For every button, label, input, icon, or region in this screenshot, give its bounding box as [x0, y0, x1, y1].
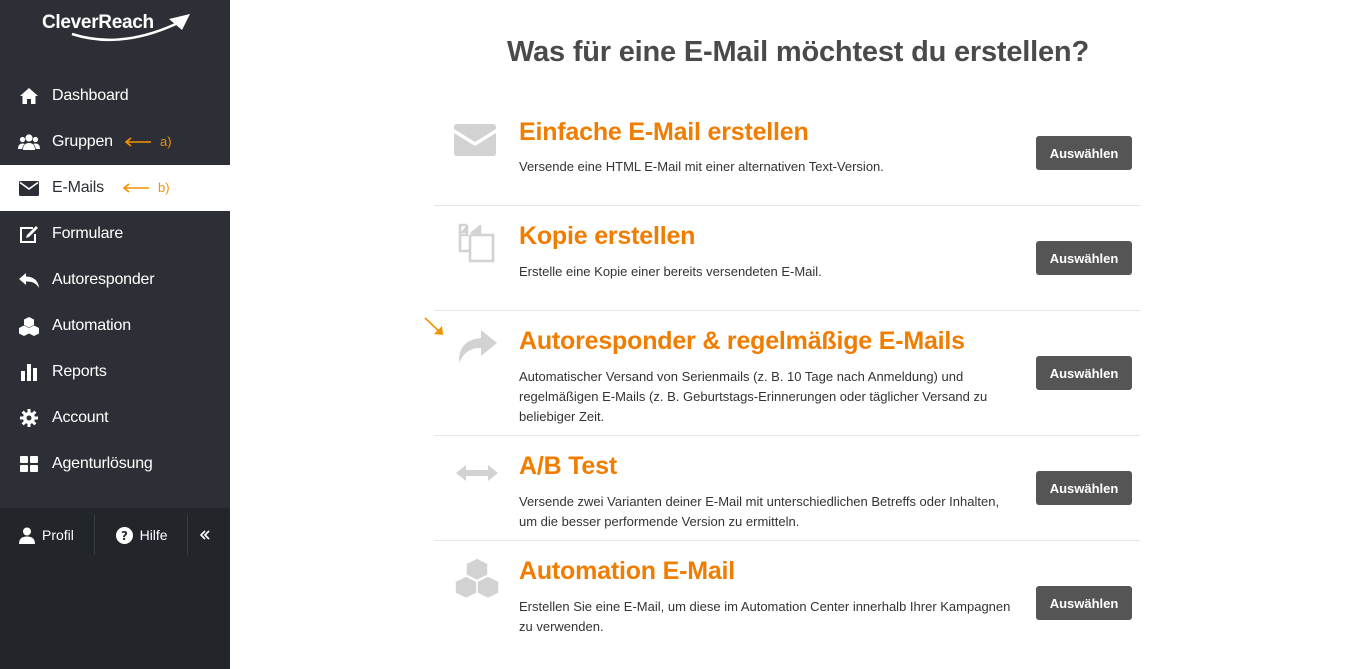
- option-description: Automatischer Versand von Serienmails (z…: [519, 369, 988, 424]
- option-description: Erstellen Sie eine E-Mail, um diese im A…: [519, 599, 1011, 634]
- option-title: Autoresponder & regelmäßige E-Mails: [519, 327, 965, 355]
- sidebar-item-account[interactable]: Account: [0, 395, 230, 441]
- sidebar-item-label: Agenturlösung: [52, 455, 153, 472]
- main-content: Was für eine E-Mail möchtest du erstelle…: [230, 0, 1366, 669]
- sidebar-item-emails[interactable]: E-Mails b): [0, 165, 230, 211]
- sidebar-item-formulare[interactable]: Formulare: [0, 211, 230, 257]
- option-description: Versende eine HTML E-Mail mit einer alte…: [519, 159, 884, 174]
- gear-icon: [18, 408, 40, 428]
- option-automation-email: Automation E-Mail Erstellen Sie eine E-M…: [434, 541, 1140, 651]
- sidebar-item-dashboard[interactable]: Dashboard: [0, 73, 230, 119]
- annotation-a: a): [124, 134, 172, 149]
- select-button-simple-email[interactable]: Auswählen: [1036, 136, 1132, 170]
- option-simple-email: Einfache E-Mail erstellen Versende eine …: [434, 110, 1140, 205]
- option-autoresponder: Autoresponder & regelmäßige E-Mails Auto…: [424, 311, 1140, 435]
- help-label: Hilfe: [139, 527, 168, 543]
- option-description: Versende zwei Varianten deiner E-Mail mi…: [519, 494, 1000, 529]
- annotation-arrow-icon: [424, 317, 446, 344]
- sidebar-item-label: E-Mails: [52, 179, 104, 196]
- question-circle-icon: ?: [115, 526, 133, 544]
- sidebar-item-reports[interactable]: Reports: [0, 349, 230, 395]
- logo-swoosh-icon: [71, 14, 190, 42]
- option-description: Erstelle eine Kopie einer bereits versen…: [519, 264, 822, 279]
- envelope-icon: [18, 178, 40, 198]
- cubes-icon: [452, 557, 502, 604]
- sidebar-item-label: Gruppen: [52, 133, 113, 150]
- annotation-label: a): [160, 134, 172, 149]
- sidebar-item-label: Automation: [52, 317, 131, 334]
- option-title: Einfache E-Mail erstellen: [519, 118, 809, 146]
- sidebar-item-label: Autoresponder: [52, 271, 155, 288]
- help-button[interactable]: ? Hilfe: [95, 515, 188, 555]
- copy-icon: [456, 223, 496, 268]
- option-title: Automation E-Mail: [519, 557, 736, 585]
- sidebar-item-label: Dashboard: [52, 87, 129, 104]
- grid-icon: [18, 454, 40, 474]
- cubes-icon: [18, 316, 40, 336]
- horizontal-arrows-icon: [456, 465, 498, 486]
- sidebar-item-label: Account: [52, 409, 109, 426]
- arrow-left-icon: [122, 182, 149, 193]
- annotation-b: b): [122, 180, 170, 195]
- svg-text:?: ?: [121, 529, 128, 543]
- page-title: Was für eine E-Mail möchtest du erstelle…: [507, 36, 1089, 68]
- logo[interactable]: CleverReach: [42, 10, 202, 44]
- sidebar-item-gruppen[interactable]: Gruppen a): [0, 119, 230, 165]
- sidebar-item-label: Reports: [52, 363, 107, 380]
- sidebar-item-autoresponder[interactable]: Autoresponder: [0, 257, 230, 303]
- option-title: Kopie erstellen: [519, 222, 696, 250]
- select-button-automation-email[interactable]: Auswählen: [1036, 586, 1132, 620]
- profile-button[interactable]: Profil: [0, 515, 94, 555]
- share-arrow-icon: [457, 330, 497, 369]
- sidebar-nav: Dashboard Gruppen a) E-Mails b) Formular…: [0, 73, 230, 487]
- user-icon: [19, 527, 35, 544]
- option-ab-test: A/B Test Versende zwei Varianten deiner …: [434, 436, 1140, 540]
- double-chevron-left-icon: [200, 530, 210, 540]
- select-button-ab-test[interactable]: Auswählen: [1036, 471, 1132, 505]
- option-title: A/B Test: [519, 452, 617, 480]
- sidebar-item-label: Formulare: [52, 225, 124, 242]
- users-icon: [18, 132, 40, 152]
- select-button-autoresponder[interactable]: Auswählen: [1036, 356, 1132, 390]
- select-button-copy[interactable]: Auswählen: [1036, 241, 1132, 275]
- profile-label: Profil: [42, 527, 74, 543]
- reply-all-icon: [18, 270, 40, 290]
- collapse-sidebar-button[interactable]: [188, 515, 230, 555]
- sidebar-bottom-bar: Profil ? Hilfe: [0, 515, 230, 555]
- sidebar: CleverReach Dashboard Gruppen a) E-Mails…: [0, 0, 230, 669]
- arrow-left-icon: [124, 136, 151, 147]
- bar-chart-icon: [18, 362, 40, 382]
- sidebar-item-automation[interactable]: Automation: [0, 303, 230, 349]
- sidebar-item-agenturloesung[interactable]: Agenturlösung: [0, 441, 230, 487]
- option-copy: Kopie erstellen Erstelle eine Kopie eine…: [434, 206, 1140, 310]
- edit-icon: [18, 224, 40, 244]
- home-icon: [18, 86, 40, 106]
- annotation-label: b): [158, 180, 170, 195]
- envelope-icon: [454, 124, 496, 161]
